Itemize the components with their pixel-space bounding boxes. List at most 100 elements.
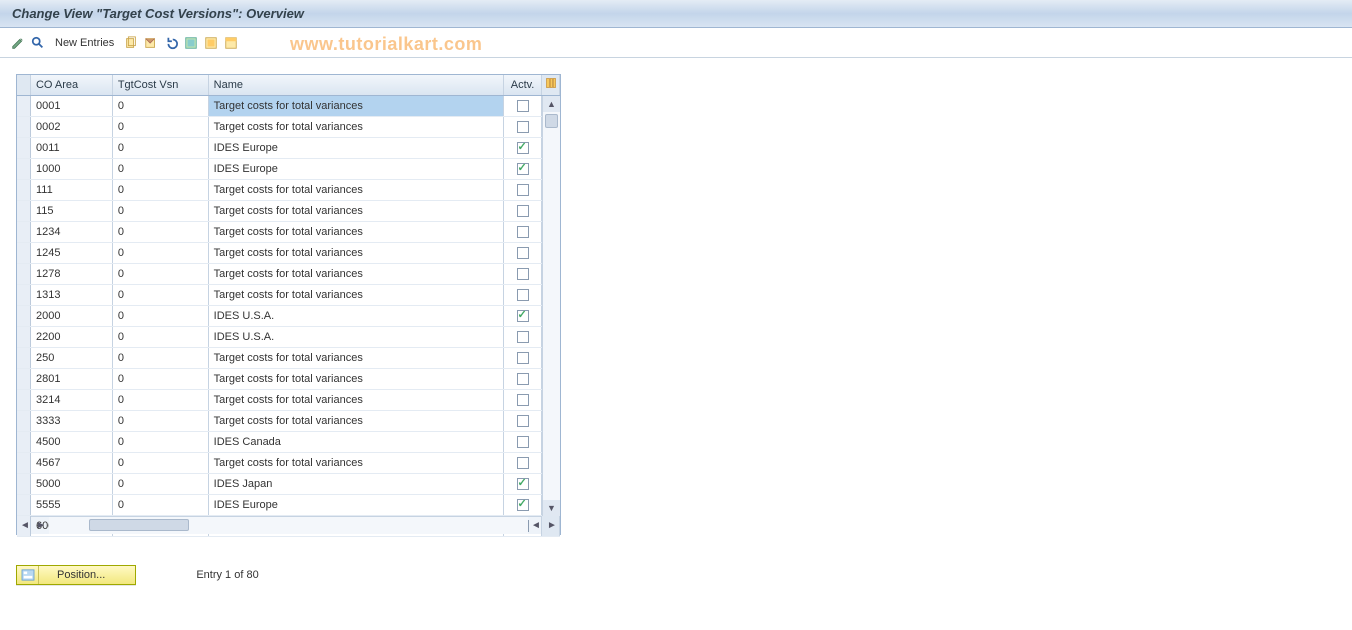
cell-actv[interactable] bbox=[504, 390, 542, 410]
actv-checkbox[interactable] bbox=[517, 205, 529, 217]
table-settings-icon[interactable] bbox=[542, 75, 560, 95]
cell-co-area[interactable]: 0011 bbox=[31, 138, 113, 158]
table-row[interactable]: 2500Target costs for total variances bbox=[17, 348, 560, 369]
table-row[interactable]: 1110Target costs for total variances bbox=[17, 180, 560, 201]
cell-co-area[interactable]: 3214 bbox=[31, 390, 113, 410]
actv-checkbox[interactable] bbox=[517, 415, 529, 427]
cell-tgtcost-vsn[interactable]: 0 bbox=[113, 285, 209, 305]
hscroll-track[interactable] bbox=[49, 517, 528, 534]
cell-co-area[interactable]: 0002 bbox=[31, 117, 113, 137]
cell-co-area[interactable]: 250 bbox=[31, 348, 113, 368]
header-co-area[interactable]: CO Area bbox=[31, 75, 113, 95]
row-selector[interactable] bbox=[17, 180, 31, 200]
table-row[interactable]: 20000IDES U.S.A. bbox=[17, 306, 560, 327]
table-row[interactable]: 22000IDES U.S.A. bbox=[17, 327, 560, 348]
select-all-column[interactable] bbox=[17, 75, 31, 95]
actv-checkbox[interactable] bbox=[517, 394, 529, 406]
cell-co-area[interactable]: 111 bbox=[31, 180, 113, 200]
cell-name[interactable]: Target costs for total variances bbox=[209, 201, 504, 221]
cell-actv[interactable] bbox=[504, 474, 542, 494]
cell-tgtcost-vsn[interactable]: 0 bbox=[113, 96, 209, 116]
row-selector[interactable] bbox=[17, 474, 31, 494]
cell-co-area[interactable]: 2801 bbox=[31, 369, 113, 389]
actv-checkbox[interactable] bbox=[517, 499, 529, 511]
cell-tgtcost-vsn[interactable]: 0 bbox=[113, 117, 209, 137]
cell-actv[interactable] bbox=[504, 453, 542, 473]
scroll-track[interactable] bbox=[543, 112, 560, 500]
cell-tgtcost-vsn[interactable]: 0 bbox=[113, 159, 209, 179]
row-selector[interactable] bbox=[17, 432, 31, 452]
cell-actv[interactable] bbox=[504, 495, 542, 515]
actv-checkbox[interactable] bbox=[517, 373, 529, 385]
row-selector[interactable] bbox=[17, 390, 31, 410]
cell-tgtcost-vsn[interactable]: 0 bbox=[113, 369, 209, 389]
cell-actv[interactable] bbox=[504, 201, 542, 221]
row-selector[interactable] bbox=[17, 327, 31, 347]
row-selector[interactable] bbox=[17, 306, 31, 326]
cell-name[interactable]: IDES Europe bbox=[209, 159, 504, 179]
cell-name[interactable]: Target costs for total variances bbox=[209, 180, 504, 200]
cell-actv[interactable] bbox=[504, 264, 542, 284]
actv-checkbox[interactable] bbox=[517, 331, 529, 343]
undo-icon[interactable] bbox=[162, 34, 180, 52]
table-row[interactable]: 45670Target costs for total variances bbox=[17, 453, 560, 474]
table-row[interactable]: 28010Target costs for total variances bbox=[17, 369, 560, 390]
actv-checkbox[interactable] bbox=[517, 289, 529, 301]
cell-tgtcost-vsn[interactable]: 0 bbox=[113, 474, 209, 494]
row-selector[interactable] bbox=[17, 453, 31, 473]
cell-co-area[interactable]: 0001 bbox=[31, 96, 113, 116]
scroll-up-arrow[interactable]: ▲ bbox=[543, 96, 560, 112]
header-tgtcost-vsn[interactable]: TgtCost Vsn bbox=[113, 75, 209, 95]
actv-checkbox[interactable] bbox=[517, 352, 529, 364]
cell-tgtcost-vsn[interactable]: 0 bbox=[113, 390, 209, 410]
cell-co-area[interactable]: 2000 bbox=[31, 306, 113, 326]
cell-tgtcost-vsn[interactable]: 0 bbox=[113, 348, 209, 368]
cell-name[interactable]: IDES U.S.A. bbox=[209, 327, 504, 347]
cell-name[interactable]: Target costs for total variances bbox=[209, 348, 504, 368]
row-selector[interactable] bbox=[17, 348, 31, 368]
cell-actv[interactable] bbox=[504, 327, 542, 347]
cell-tgtcost-vsn[interactable]: 0 bbox=[113, 138, 209, 158]
cell-co-area[interactable]: 1278 bbox=[31, 264, 113, 284]
cell-co-area[interactable]: 1245 bbox=[31, 243, 113, 263]
table-row[interactable]: 10000IDES Europe bbox=[17, 159, 560, 180]
cell-name[interactable]: Target costs for total variances bbox=[209, 117, 504, 137]
cell-tgtcost-vsn[interactable]: 0 bbox=[113, 222, 209, 242]
cell-tgtcost-vsn[interactable]: 0 bbox=[113, 306, 209, 326]
copy-as-icon[interactable] bbox=[122, 34, 140, 52]
actv-checkbox[interactable] bbox=[517, 268, 529, 280]
row-selector[interactable] bbox=[17, 222, 31, 242]
table-row[interactable]: 13130Target costs for total variances bbox=[17, 285, 560, 306]
row-selector[interactable] bbox=[17, 369, 31, 389]
row-selector[interactable] bbox=[17, 495, 31, 515]
row-selector[interactable] bbox=[17, 201, 31, 221]
scroll-right-arrow[interactable]: ► bbox=[33, 517, 49, 534]
cell-actv[interactable] bbox=[504, 348, 542, 368]
actv-checkbox[interactable] bbox=[517, 142, 529, 154]
new-entries-button[interactable]: New Entries bbox=[49, 37, 120, 49]
cell-actv[interactable] bbox=[504, 180, 542, 200]
hscroll-thumb[interactable] bbox=[89, 519, 189, 531]
cell-name[interactable]: Target costs for total variances bbox=[209, 243, 504, 263]
cell-name[interactable]: Target costs for total variances bbox=[209, 369, 504, 389]
scroll-down-arrow[interactable]: ▼ bbox=[543, 500, 560, 516]
cell-co-area[interactable]: 1000 bbox=[31, 159, 113, 179]
table-row[interactable]: 55550IDES Europe bbox=[17, 495, 560, 516]
header-name[interactable]: Name bbox=[209, 75, 504, 95]
actv-checkbox[interactable] bbox=[517, 478, 529, 490]
row-selector[interactable] bbox=[17, 159, 31, 179]
cell-name[interactable]: Target costs for total variances bbox=[209, 411, 504, 431]
row-selector[interactable] bbox=[17, 243, 31, 263]
change-display-icon[interactable] bbox=[9, 34, 27, 52]
cell-tgtcost-vsn[interactable]: 0 bbox=[113, 411, 209, 431]
cell-tgtcost-vsn[interactable]: 0 bbox=[113, 201, 209, 221]
cell-tgtcost-vsn[interactable]: 0 bbox=[113, 327, 209, 347]
select-all-icon[interactable] bbox=[182, 34, 200, 52]
cell-name[interactable]: IDES Canada bbox=[209, 432, 504, 452]
table-row[interactable]: 12780Target costs for total variances bbox=[17, 264, 560, 285]
table-row[interactable]: 00110IDES Europe bbox=[17, 138, 560, 159]
cell-co-area[interactable]: 4567 bbox=[31, 453, 113, 473]
actv-checkbox[interactable] bbox=[517, 121, 529, 133]
cell-name[interactable]: IDES Europe bbox=[209, 138, 504, 158]
cell-name[interactable]: IDES U.S.A. bbox=[209, 306, 504, 326]
